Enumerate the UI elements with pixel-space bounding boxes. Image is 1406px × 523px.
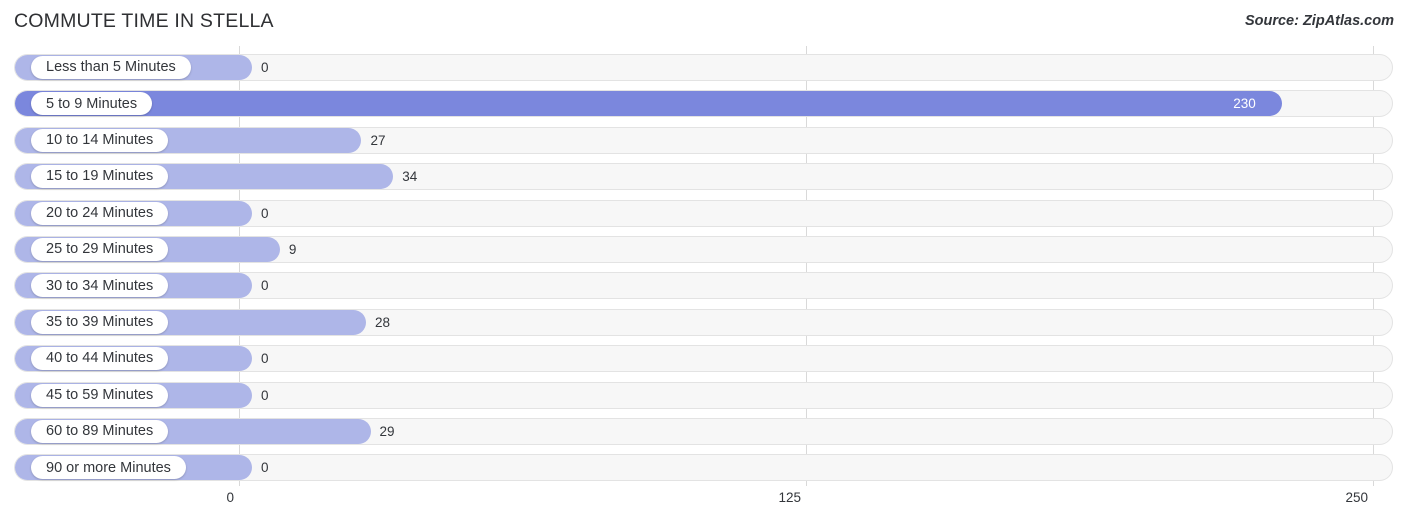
bar-row[interactable]: 60 to 89 Minutes 29 — [14, 418, 1393, 445]
x-axis: 0 125 250 — [0, 486, 1406, 523]
bar-value-label: 28 — [375, 314, 391, 330]
category-label: Less than 5 Minutes — [46, 59, 176, 76]
bar-row[interactable]: 25 to 29 Minutes 9 — [14, 236, 1393, 263]
category-label: 90 or more Minutes — [46, 459, 171, 476]
bar-value-label: 9 — [288, 242, 297, 257]
bar-row[interactable]: 40 to 44 Minutes 0 — [14, 345, 1393, 373]
bar-row[interactable]: 90 or more Minutes 0 — [14, 454, 1393, 482]
bar-row[interactable]: 45 to 59 Minutes 0 — [14, 381, 1393, 409]
bar-rows: Less than 5 Minutes 0 5 to 9 Minutes 230 10 … — [0, 46, 1406, 486]
category-label: 5 to 9 Minutes — [46, 95, 138, 112]
bar-value-label: 0 — [261, 351, 269, 367]
category-label-pill[interactable]: 35 to 39 Minutes — [31, 310, 169, 334]
category-label: 10 to 14 Minutes — [46, 132, 154, 149]
x-tick-label: 125 — [778, 490, 801, 505]
x-tick-label: 0 — [226, 490, 234, 505]
category-label-pill[interactable]: 60 to 89 Minutes — [31, 420, 169, 443]
bar-row[interactable]: 35 to 39 Minutes 28 — [14, 308, 1393, 336]
category-label: 40 to 44 Minutes — [46, 350, 154, 367]
bar-row[interactable]: 10 to 14 Minutes 27 — [14, 126, 1393, 154]
x-tick-label: 250 — [1345, 490, 1368, 505]
category-label: 60 to 89 Minutes — [46, 423, 154, 440]
category-label-pill[interactable]: 15 to 19 Minutes — [31, 165, 169, 189]
category-label-pill[interactable]: 5 to 9 Minutes — [31, 92, 153, 116]
bar-row[interactable]: 20 to 24 Minutes 0 — [14, 199, 1393, 227]
category-label-pill[interactable]: 40 to 44 Minutes — [31, 347, 169, 371]
category-label-pill[interactable]: 30 to 34 Minutes — [31, 274, 169, 298]
bar-row[interactable]: Less than 5 Minutes 0 — [14, 54, 1393, 81]
bar-fill[interactable] — [15, 91, 1283, 117]
page-title: COMMUTE TIME IN STELLA — [14, 10, 274, 32]
category-label-pill[interactable]: 90 or more Minutes — [31, 456, 186, 480]
bar-row[interactable]: 5 to 9 Minutes 230 — [14, 90, 1393, 118]
bar-value-label: 0 — [261, 460, 269, 476]
bar-value-label: 0 — [261, 387, 269, 403]
category-label-pill[interactable]: 45 to 59 Minutes — [31, 383, 169, 407]
source-attribution: Source: ZipAtlas.com — [1244, 13, 1394, 29]
category-label-pill[interactable]: 10 to 14 Minutes — [31, 128, 169, 152]
category-label: 30 to 34 Minutes — [46, 277, 154, 294]
category-label-pill[interactable]: 25 to 29 Minutes — [31, 238, 169, 261]
bar-value-label: 230 — [1233, 96, 1256, 112]
category-label: 15 to 19 Minutes — [46, 168, 154, 185]
category-label: 45 to 59 Minutes — [46, 386, 154, 403]
bar-value-label: 0 — [261, 278, 269, 294]
bar-value-label: 27 — [370, 132, 386, 148]
bar-value-label: 0 — [261, 205, 269, 221]
bar-value-label: 29 — [379, 424, 395, 439]
bar-value-label: 0 — [261, 60, 269, 75]
category-label: 20 to 24 Minutes — [46, 204, 154, 221]
plot-area: Less than 5 Minutes 0 5 to 9 Minutes 230 10 … — [0, 46, 1406, 486]
chart-header: COMMUTE TIME IN STELLA Source: ZipAtlas.… — [0, 0, 1406, 46]
category-label-pill[interactable]: 20 to 24 Minutes — [31, 201, 169, 225]
category-label: 25 to 29 Minutes — [46, 241, 154, 258]
category-label: 35 to 39 Minutes — [46, 314, 154, 331]
bar-value-label: 34 — [402, 169, 418, 185]
commute-time-bar-chart: COMMUTE TIME IN STELLA Source: ZipAtlas.… — [0, 0, 1406, 523]
bar-row[interactable]: 15 to 19 Minutes 34 — [14, 163, 1393, 191]
bar-row[interactable]: 30 to 34 Minutes 0 — [14, 272, 1393, 300]
category-label-pill[interactable]: Less than 5 Minutes — [31, 56, 191, 79]
